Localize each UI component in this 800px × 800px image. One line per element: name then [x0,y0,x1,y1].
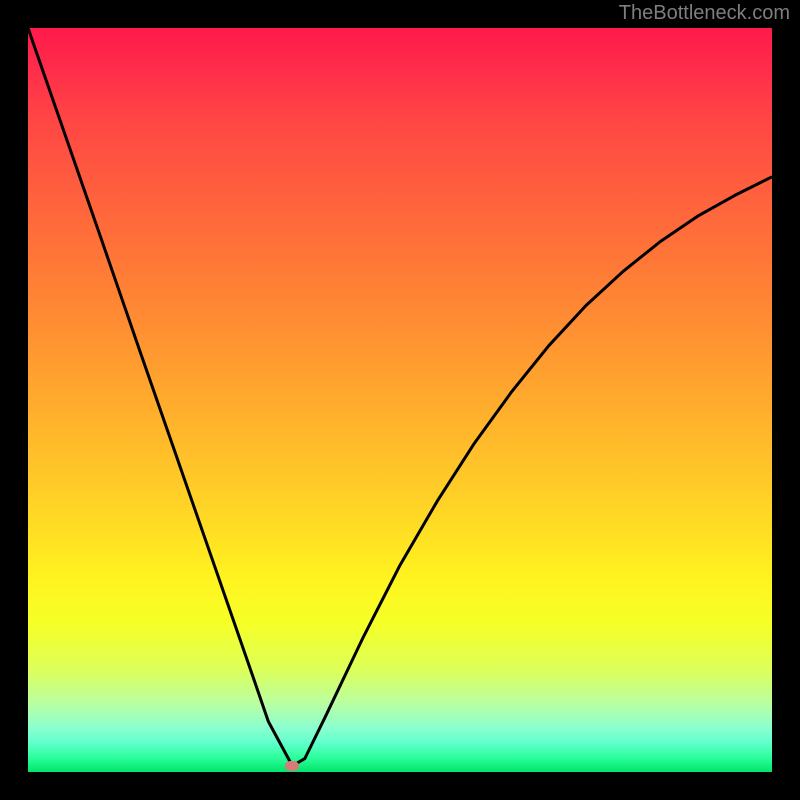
optimum-marker [285,761,299,771]
bottleneck-curve [28,28,772,772]
plot-area [28,28,772,772]
watermark-text: TheBottleneck.com [619,2,790,25]
chart-frame: TheBottleneck.com [0,0,800,800]
